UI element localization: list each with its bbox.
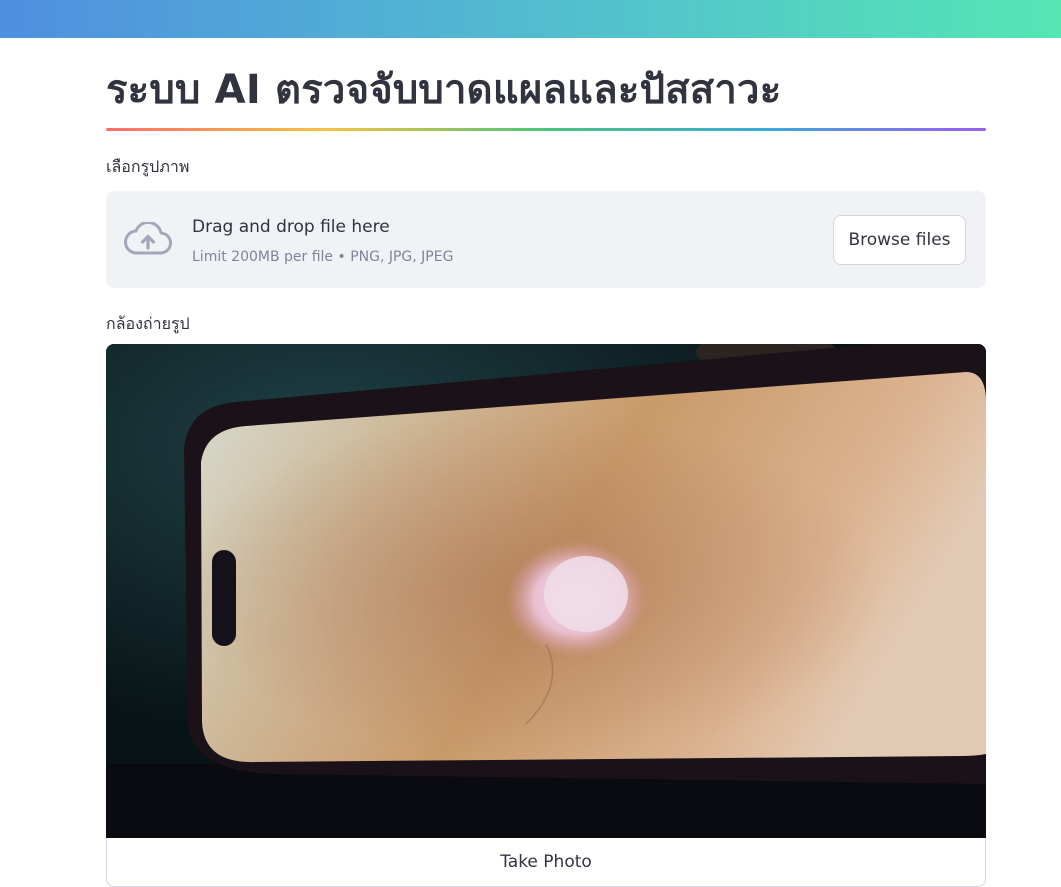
file-dropzone[interactable]: Drag and drop file here Limit 200MB per … xyxy=(106,191,986,288)
dropzone-title: Drag and drop file here xyxy=(192,217,390,237)
cloud-upload-icon xyxy=(124,222,172,255)
browse-files-button[interactable]: Browse files xyxy=(833,215,966,265)
camera-feed-image xyxy=(106,344,986,838)
camera-input-label: กล้องถ่ายรูป xyxy=(106,314,190,333)
main-content: ระบบ AI ตรวจจับบาดแผลและปัสสาวะ เลือกรูป… xyxy=(106,38,986,887)
dropzone-file-limit: Limit 200MB per file • PNG, JPG, JPEG xyxy=(192,249,454,265)
dropzone-instructions: Drag and drop file here Limit 200MB per … xyxy=(192,216,453,267)
camera-preview xyxy=(106,344,986,838)
file-uploader-label: เลือกรูปภาพ xyxy=(106,157,190,176)
page-title: ระบบ AI ตรวจจับบาดแผลและปัสสาวะ xyxy=(106,67,782,113)
title-underline xyxy=(106,128,986,131)
top-accent-bar xyxy=(0,0,1061,38)
take-photo-button[interactable]: Take Photo xyxy=(106,838,986,887)
